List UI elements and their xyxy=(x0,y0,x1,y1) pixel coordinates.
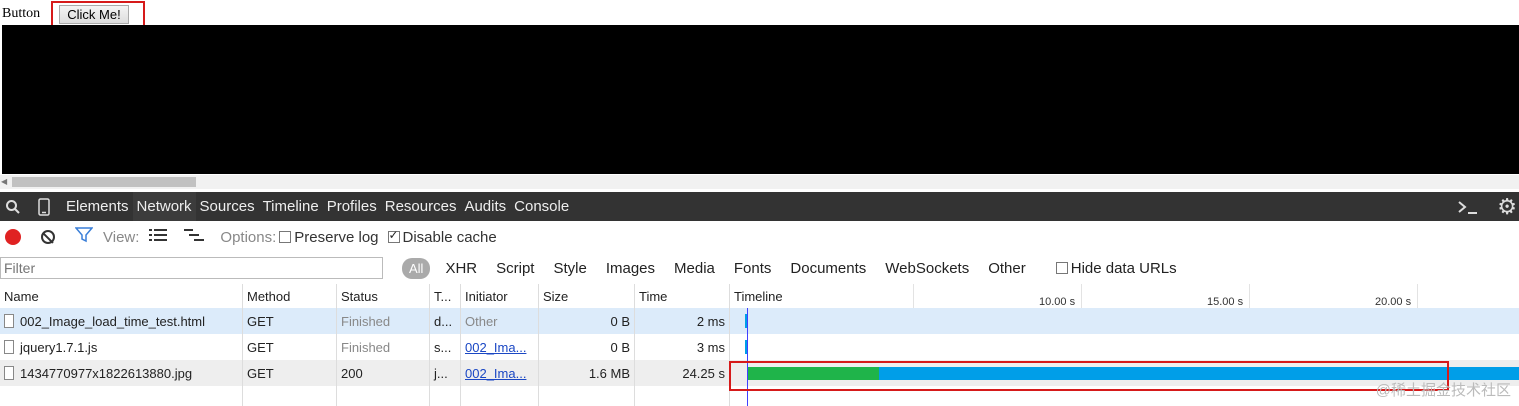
network-table: Name Method Status T... Initiator Size T… xyxy=(0,284,1519,406)
filter-style[interactable]: Style xyxy=(553,260,586,277)
disable-cache-label: Disable cache xyxy=(402,228,497,246)
inspected-page: Button Click Me! ◀ xyxy=(0,0,1519,192)
scrollbar-thumb[interactable] xyxy=(12,177,196,187)
record-icon[interactable] xyxy=(5,229,21,245)
filter-bar: All XHR Script Style Images Media Fonts … xyxy=(0,252,1519,285)
options-label: Options: xyxy=(220,228,277,246)
device-mode-icon[interactable] xyxy=(26,197,62,216)
row-initiator-link[interactable]: 002_Ima... xyxy=(465,340,526,355)
view-label: View: xyxy=(103,228,140,246)
header-method[interactable]: Method xyxy=(243,284,337,308)
preserve-log-checkbox[interactable] xyxy=(279,231,292,243)
row-type: s... xyxy=(430,334,461,360)
row-timeline xyxy=(730,334,1519,360)
image-file-icon xyxy=(4,366,14,380)
filter-media[interactable]: Media xyxy=(674,260,715,277)
script-file-icon xyxy=(4,340,14,354)
header-timeline[interactable]: Timeline 10.00 s 15.00 s 20.00 s xyxy=(730,284,1519,309)
large-rows-icon[interactable] xyxy=(149,228,168,246)
header-size[interactable]: Size xyxy=(539,284,635,308)
filter-fonts[interactable]: Fonts xyxy=(734,260,772,277)
tab-network[interactable]: Network xyxy=(132,192,196,221)
row-time: 24.25 s xyxy=(635,360,730,386)
tab-profiles[interactable]: Profiles xyxy=(323,192,381,221)
document-file-icon xyxy=(4,314,14,328)
table-header: Name Method Status T... Initiator Size T… xyxy=(0,284,1519,309)
filter-websockets[interactable]: WebSockets xyxy=(885,260,969,277)
row-status: Finished xyxy=(337,308,430,334)
network-toolbar: View: Options: Preserve log Disable cach… xyxy=(0,222,1519,253)
tab-resources[interactable]: Resources xyxy=(381,192,461,221)
row-method: GET xyxy=(243,308,337,334)
row-time: 3 ms xyxy=(635,334,730,360)
tab-timeline[interactable]: Timeline xyxy=(259,192,323,221)
horizontal-scrollbar[interactable]: ◀ xyxy=(0,175,1519,189)
filter-other[interactable]: Other xyxy=(988,260,1026,277)
row-size: 0 B xyxy=(539,308,635,334)
header-status[interactable]: Status xyxy=(337,284,430,308)
timeline-bar-waiting xyxy=(748,367,879,380)
row-timeline xyxy=(730,308,1519,334)
row-initiator-link[interactable]: 002_Ima... xyxy=(465,366,526,381)
header-initiator[interactable]: Initiator xyxy=(461,284,539,308)
tab-console[interactable]: Console xyxy=(510,192,573,221)
row-time: 2 ms xyxy=(635,308,730,334)
tab-elements[interactable]: Elements xyxy=(62,192,133,221)
click-me-button[interactable]: Click Me! xyxy=(59,5,129,24)
hide-data-urls-checkbox[interactable] xyxy=(1055,262,1068,274)
tick-15s: 15.00 s xyxy=(1207,296,1244,308)
tick-20s: 20.00 s xyxy=(1375,296,1412,308)
header-time[interactable]: Time xyxy=(635,284,730,308)
filter-input[interactable] xyxy=(0,257,383,279)
row-size: 1.6 MB xyxy=(539,360,635,386)
load-event-line xyxy=(747,308,748,406)
clear-icon[interactable] xyxy=(41,230,55,244)
table-row[interactable]: jquery1.7.1.js GET Finished s... 002_Ima… xyxy=(0,334,1519,360)
row-name: 002_Image_load_time_test.html xyxy=(20,313,206,329)
row-initiator: Other xyxy=(461,308,539,334)
filter-script[interactable]: Script xyxy=(496,260,534,277)
header-type[interactable]: T... xyxy=(430,284,461,308)
hide-data-urls-label: Hide data URLs xyxy=(1070,259,1177,277)
row-type: j... xyxy=(430,360,461,386)
timeline-header-label: Timeline xyxy=(734,288,783,304)
filter-images[interactable]: Images xyxy=(606,260,655,277)
row-size: 0 B xyxy=(539,334,635,360)
row-status: Finished xyxy=(337,334,430,360)
row-method: GET xyxy=(243,334,337,360)
tab-sources[interactable]: Sources xyxy=(196,192,259,221)
row-status: 200 xyxy=(337,360,430,386)
scroll-left-icon[interactable]: ◀ xyxy=(1,177,7,186)
filter-documents[interactable]: Documents xyxy=(790,260,866,277)
table-row[interactable]: 1434770977x1822613880.jpg GET 200 j... 0… xyxy=(0,360,1519,386)
row-method: GET xyxy=(243,360,337,386)
row-type: d... xyxy=(430,308,461,334)
row-name: jquery1.7.1.js xyxy=(20,339,98,355)
black-content-area xyxy=(2,25,1519,174)
table-row-empty xyxy=(0,386,1519,406)
page-label: Button xyxy=(2,6,41,21)
preserve-log-label: Preserve log xyxy=(294,228,379,246)
gear-icon[interactable]: ⚙ xyxy=(1497,194,1517,220)
tick-10s: 10.00 s xyxy=(1039,296,1076,308)
filter-icon[interactable] xyxy=(74,227,94,247)
disable-cache-checkbox[interactable] xyxy=(387,228,400,243)
filter-all[interactable]: All xyxy=(402,257,431,279)
search-icon[interactable] xyxy=(0,199,26,215)
filter-xhr[interactable]: XHR xyxy=(445,260,477,277)
devtools-tabbar: Elements Network Sources Timeline Profil… xyxy=(0,192,1519,221)
table-row[interactable]: 002_Image_load_time_test.html GET Finish… xyxy=(0,308,1519,334)
header-name[interactable]: Name xyxy=(0,284,243,308)
console-drawer-icon[interactable] xyxy=(1457,199,1479,215)
row-name: 1434770977x1822613880.jpg xyxy=(20,365,193,381)
overview-icon[interactable] xyxy=(184,228,205,246)
watermark: @稀土掘金技术社区 xyxy=(1375,382,1511,399)
tab-audits[interactable]: Audits xyxy=(460,192,510,221)
